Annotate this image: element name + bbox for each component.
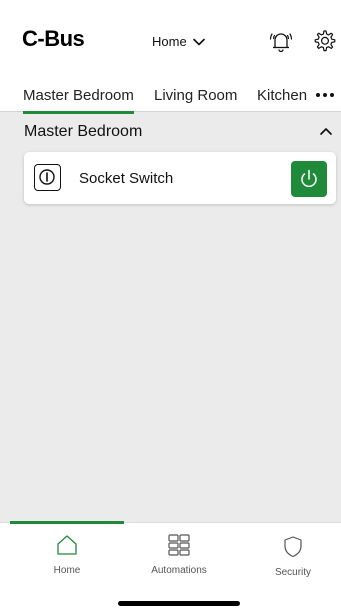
tab-kitchen[interactable]: Kitchen — [257, 87, 307, 104]
nav-automations[interactable]: Automations — [122, 533, 236, 576]
home-indicator-bar — [118, 601, 240, 606]
power-icon — [301, 169, 317, 188]
room-section-header[interactable]: Master Bedroom — [0, 113, 341, 149]
device-card: Socket Switch — [24, 152, 336, 204]
alarm-bell-icon[interactable] — [268, 28, 294, 54]
tab-master-bedroom[interactable]: Master Bedroom — [23, 87, 134, 114]
home-icon — [57, 535, 77, 555]
grid-icon — [168, 534, 190, 556]
power-toggle-button[interactable] — [291, 161, 327, 197]
more-tabs-icon[interactable] — [316, 93, 334, 97]
nav-automations-label: Automations — [151, 565, 207, 576]
bottom-nav: Home Automations Security — [0, 521, 341, 608]
tab-living-room[interactable]: Living Room — [154, 87, 237, 104]
app-header: C-Bus Home — [0, 0, 341, 76]
room-tabs: Master Bedroom Living Room Kitchen — [0, 76, 341, 114]
nav-home[interactable]: Home — [10, 533, 124, 576]
gear-icon[interactable] — [311, 28, 337, 54]
chevron-down-icon — [192, 38, 205, 45]
socket-icon — [34, 164, 61, 191]
app-logo: C-Bus — [22, 26, 85, 51]
chevron-up-icon[interactable] — [319, 126, 333, 136]
nav-home-label: Home — [53, 565, 81, 576]
device-label: Socket Switch — [79, 170, 174, 187]
section-title: Master Bedroom — [24, 123, 143, 140]
shield-icon — [284, 536, 302, 558]
nav-security-label: Security — [274, 567, 312, 578]
home-selector[interactable]: Home — [152, 34, 205, 49]
nav-security[interactable]: Security — [236, 535, 341, 578]
home-selector-label: Home — [152, 34, 187, 49]
active-tab-indicator — [10, 521, 124, 524]
